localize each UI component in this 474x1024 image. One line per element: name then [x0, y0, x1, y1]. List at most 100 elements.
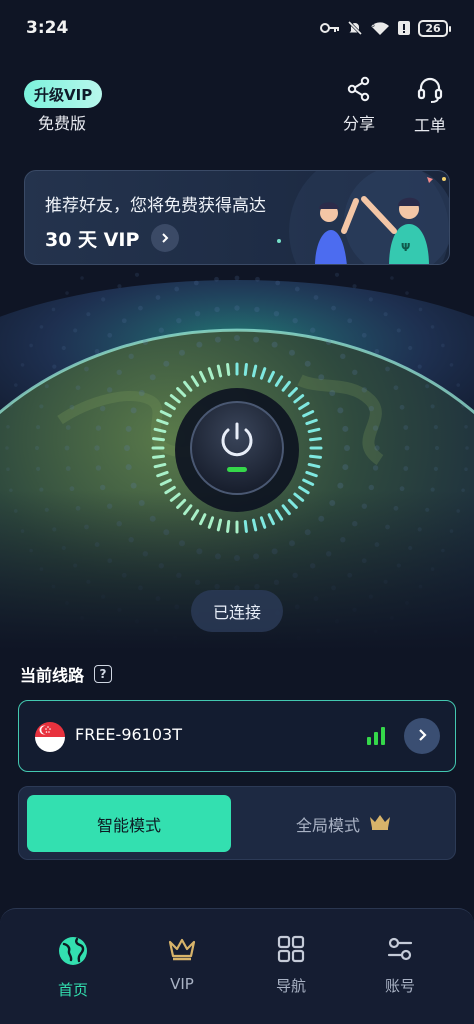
dot-pattern-dot: [158, 327, 165, 333]
dot-pattern-dot: [393, 385, 399, 391]
mode-switch: 智能模式 全局模式: [18, 786, 456, 860]
dot-pattern-dot: [134, 272, 140, 277]
current-route-title: 当前线路 ?: [20, 662, 113, 686]
share-button[interactable]: 分享: [334, 76, 384, 134]
dot-pattern-dot: [214, 276, 219, 282]
tab-account-label: 账号: [384, 977, 415, 995]
dot-pattern-dot: [69, 404, 75, 410]
dot-pattern-dot: [254, 306, 260, 313]
dot-pattern-dot: [408, 345, 413, 351]
tab-vip-label: VIP: [170, 975, 194, 993]
globe-icon: [57, 935, 89, 971]
dot-pattern-dot: [368, 405, 375, 412]
singapore-flag-icon: [35, 722, 65, 752]
dot-pattern-dot: [404, 445, 410, 451]
dot-pattern-dot: [234, 335, 240, 341]
dot-pattern-dot: [95, 425, 102, 431]
dot-pattern-dot: [125, 425, 132, 432]
dot-pattern-dot: [130, 407, 137, 414]
progress-tick: [226, 363, 231, 376]
tab-vip[interactable]: VIP: [142, 935, 222, 993]
dot-pattern-dot: [117, 284, 122, 289]
banner-offer-text: 30 天 VIP: [45, 228, 140, 251]
status-time: 3:24: [26, 18, 69, 38]
dot-pattern-dot: [449, 363, 454, 367]
signal-strength-icon: [367, 727, 385, 745]
dot-pattern-dot: [107, 332, 113, 338]
dot-pattern-dot: [5, 446, 9, 450]
select-server-button[interactable]: [404, 718, 440, 754]
referral-banner[interactable]: 推荐好友，您将免费获得高达 30 天 VIP Ψ: [24, 170, 450, 265]
dot-pattern-dot: [340, 353, 346, 360]
dot-pattern-dot: [347, 318, 353, 324]
dot-pattern-dot: [179, 349, 185, 356]
dot-pattern-dot: [337, 407, 344, 414]
dot-pattern-dot: [101, 297, 106, 302]
dot-pattern-dot: [318, 374, 325, 381]
dot-pattern-dot: [35, 424, 41, 430]
dot-pattern-dot: [255, 276, 260, 282]
bottom-tab-bar: 首页 VIP 导航 账号: [0, 908, 474, 1024]
dot-pattern-dot: [6, 467, 10, 472]
status-icons: 6 26: [320, 19, 451, 37]
tab-home[interactable]: 首页: [33, 935, 113, 1000]
share-label: 分享: [342, 114, 375, 133]
power-button[interactable]: [190, 401, 284, 495]
dot-pattern-dot: [337, 482, 344, 489]
chevron-right-icon[interactable]: [151, 224, 180, 252]
dot-pattern-dot: [99, 484, 106, 491]
banner-offer: 30 天 VIP: [45, 224, 180, 252]
dot-pattern-dot: [130, 482, 137, 489]
dot-pattern-dot: [433, 424, 439, 430]
upgrade-vip-button[interactable]: 升级VIP: [24, 80, 103, 108]
dot-pattern-dot: [352, 284, 357, 289]
dot-pattern-dot: [253, 336, 260, 343]
global-mode-label: 全局模式: [295, 815, 360, 835]
crown-icon: [368, 813, 392, 835]
sliders-icon: [386, 935, 414, 967]
ticket-label: 工单: [413, 116, 446, 135]
dot-pattern-dot: [390, 276, 394, 280]
dot-pattern-dot: [52, 364, 57, 369]
dot-pattern-dot: [64, 445, 70, 451]
dot-pattern-dot: [80, 276, 84, 280]
smart-mode-button[interactable]: 智能模式: [27, 795, 231, 852]
status-bar: 3:24 6 26: [0, 0, 474, 56]
dot-pattern-dot: [65, 291, 69, 295]
dot-pattern-dot: [194, 310, 201, 317]
progress-tick: [309, 454, 322, 459]
dot-pattern-dot: [383, 312, 388, 317]
dot-pattern-dot: [405, 291, 409, 295]
dot-pattern-dot: [385, 366, 390, 372]
help-icon[interactable]: ?: [94, 665, 113, 683]
dot-pattern-dot: [352, 369, 358, 376]
connection-status: 已连接: [191, 590, 283, 632]
dot-pattern-dot: [128, 353, 134, 360]
dot-pattern-dot: [294, 286, 300, 292]
dot-pattern-dot: [361, 387, 368, 393]
dot-pattern-dot: [433, 466, 439, 472]
dot-pattern-dot: [138, 305, 143, 311]
server-selector[interactable]: FREE-96103T: [18, 700, 456, 772]
tab-account[interactable]: 账号: [360, 935, 440, 996]
dot-pattern-dot: [6, 424, 10, 429]
dot-pattern-dot: [465, 446, 469, 450]
tab-navigation[interactable]: 导航: [251, 935, 331, 996]
dot-pattern-dot: [75, 385, 81, 391]
dot-pattern-dot: [39, 325, 44, 329]
dot-pattern-dot: [176, 317, 182, 324]
dot-pattern-dot: [361, 332, 367, 338]
dot-pattern-dot: [124, 445, 130, 451]
dot-pattern-dot: [99, 405, 106, 412]
progress-tick: [152, 437, 165, 442]
dot-pattern-dot: [425, 384, 430, 389]
dot-pattern-dot: [418, 307, 423, 312]
global-mode-button[interactable]: 全局模式: [239, 795, 449, 852]
ticket-button[interactable]: 工单: [405, 76, 455, 136]
dot-pattern-dot: [325, 339, 332, 345]
dot-pattern-dot: [430, 404, 435, 409]
dot-pattern-dot: [374, 445, 380, 451]
dot-pattern-dot: [275, 280, 281, 286]
dot-pattern-dot: [334, 272, 340, 277]
banner-text: 推荐好友，您将免费获得高达: [45, 196, 266, 216]
